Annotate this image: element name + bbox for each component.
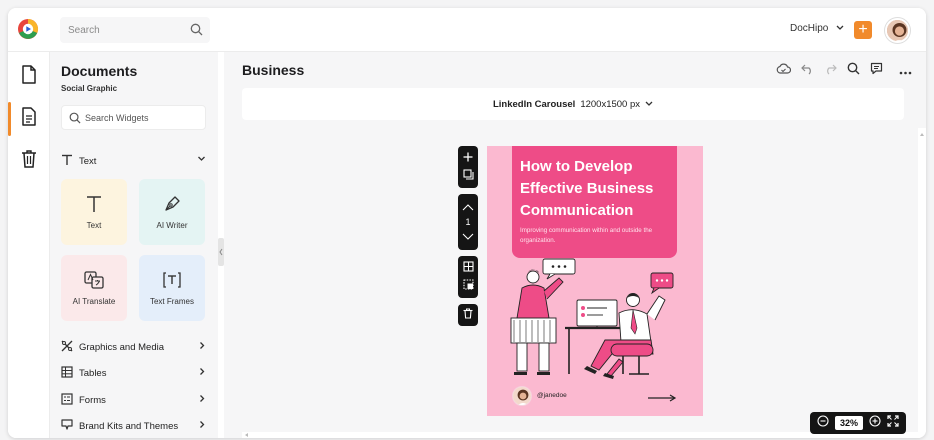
section-forms[interactable]: Forms [61, 392, 206, 408]
section-graphics-media[interactable]: Graphics and Media [61, 339, 206, 355]
zoom-in-icon[interactable] [869, 414, 881, 432]
chevron-down-icon [645, 99, 653, 110]
fullscreen-icon[interactable] [887, 414, 899, 432]
left-rail [8, 52, 50, 438]
document-title[interactable]: Business [242, 62, 304, 78]
widget-search[interactable] [61, 105, 206, 130]
rail-item-document-active[interactable] [8, 100, 50, 138]
text-frame-icon [162, 271, 182, 291]
resize-icon[interactable] [462, 277, 474, 295]
zoom-level[interactable]: 32% [834, 416, 863, 430]
pen-nib-icon [163, 195, 181, 215]
undo-icon[interactable] [801, 62, 814, 80]
section-text-label: Text [79, 155, 97, 167]
zoom-control: 32% [810, 412, 906, 434]
section-label: Graphics and Media [79, 341, 165, 353]
chevron-right-icon [198, 394, 206, 406]
headline-panel[interactable]: How to Develop Effective Business Commun… [512, 146, 677, 258]
table-icon [61, 365, 73, 381]
widget-search-input[interactable] [85, 106, 200, 129]
business-illustration[interactable] [487, 258, 703, 383]
chevron-down-icon [197, 155, 206, 166]
chevron-right-icon [198, 341, 206, 353]
canvas-headline[interactable]: How to Develop Effective Business Commun… [520, 156, 675, 222]
text-T-icon [61, 154, 73, 169]
trash-icon[interactable] [463, 306, 473, 324]
text-T-icon [85, 195, 103, 215]
editor-toolbar [776, 62, 912, 80]
size-preset-label: LinkedIn Carousel [492, 98, 576, 110]
graphics-icon [61, 340, 73, 355]
rail-item-documents[interactable] [8, 58, 50, 96]
widget-card-text-frames[interactable]: Text Frames [139, 255, 205, 321]
cloud-sync-icon[interactable] [776, 62, 792, 80]
translate-icon [84, 270, 104, 291]
speech-bubble-left [542, 258, 576, 280]
search-icon[interactable] [847, 62, 860, 80]
panel-title: Documents [61, 63, 138, 79]
more-options-icon[interactable] [899, 62, 912, 80]
top-bar: DocHipo + [8, 8, 926, 52]
account-name: DocHipo [790, 23, 829, 34]
author-handle[interactable]: @janedoe [537, 392, 567, 399]
section-label: Tables [79, 367, 107, 379]
add-page-icon[interactable] [463, 149, 473, 167]
comment-icon[interactable] [870, 62, 883, 80]
app-logo-icon[interactable] [17, 18, 39, 40]
section-label: Brand Kits and Themes [79, 420, 179, 432]
create-new-button[interactable]: + [854, 21, 872, 39]
chevron-right-icon [198, 367, 206, 379]
card-label: Text Frames [149, 296, 194, 306]
trash-icon [21, 149, 37, 173]
panel-subtitle: Social Graphic [61, 84, 118, 93]
form-icon [61, 392, 73, 408]
rail-item-trash[interactable] [8, 142, 50, 180]
size-preset-value: 1200x1500 px [580, 98, 641, 110]
chevron-right-icon [198, 420, 206, 432]
widget-card-text[interactable]: Text [61, 179, 127, 245]
card-label: AI Writer [156, 220, 188, 230]
card-label: Text [86, 220, 102, 230]
top-search[interactable] [60, 17, 210, 43]
layout-tools [458, 256, 478, 298]
grid-icon[interactable] [462, 259, 474, 277]
card-label: AI Translate [72, 296, 116, 306]
delete-page-tool [458, 304, 478, 326]
section-tables[interactable]: Tables [61, 365, 206, 381]
page-add-tools [458, 146, 478, 188]
redo-icon[interactable] [824, 62, 837, 80]
account-menu[interactable]: DocHipo [790, 23, 844, 34]
file-icon [21, 65, 37, 89]
page-number: 1 [465, 217, 471, 227]
canvas-size-selector[interactable]: LinkedIn Carousel 1200x1500 px [242, 88, 904, 120]
section-brand-kits[interactable]: Brand Kits and Themes [61, 418, 206, 434]
chevron-up-icon[interactable] [462, 198, 474, 216]
canvas-subheadline[interactable]: Improving communication within and outsi… [520, 226, 675, 246]
vertical-scrollbar[interactable] [918, 128, 926, 438]
arrow-right-icon[interactable] [647, 394, 677, 402]
duplicate-page-icon[interactable] [462, 167, 474, 185]
editor-main: Business LinkedIn Carousel 1200x1500 px … [224, 52, 926, 438]
zoom-out-icon[interactable] [817, 414, 829, 432]
brand-icon [61, 418, 73, 434]
section-label: Forms [79, 394, 106, 406]
top-search-input[interactable] [68, 17, 178, 43]
design-canvas-page[interactable]: How to Develop Effective Business Commun… [487, 146, 703, 416]
widgets-panel: Documents Social Graphic Text Text [50, 52, 218, 438]
user-avatar[interactable] [885, 18, 910, 43]
speech-bubble-right [650, 272, 674, 295]
chevron-down-icon[interactable] [462, 228, 474, 246]
chevron-down-icon [836, 23, 844, 34]
section-text[interactable]: Text [61, 153, 206, 169]
search-icon[interactable] [190, 23, 203, 41]
page-navigator: 1 [458, 194, 478, 250]
widget-card-ai-writer[interactable]: AI Writer [139, 179, 205, 245]
app-window: DocHipo + [8, 8, 926, 438]
widget-card-ai-translate[interactable]: AI Translate [61, 255, 127, 321]
search-icon [69, 111, 81, 129]
author-avatar[interactable] [512, 386, 532, 406]
person-standing [510, 269, 564, 375]
file-text-icon [21, 107, 37, 131]
